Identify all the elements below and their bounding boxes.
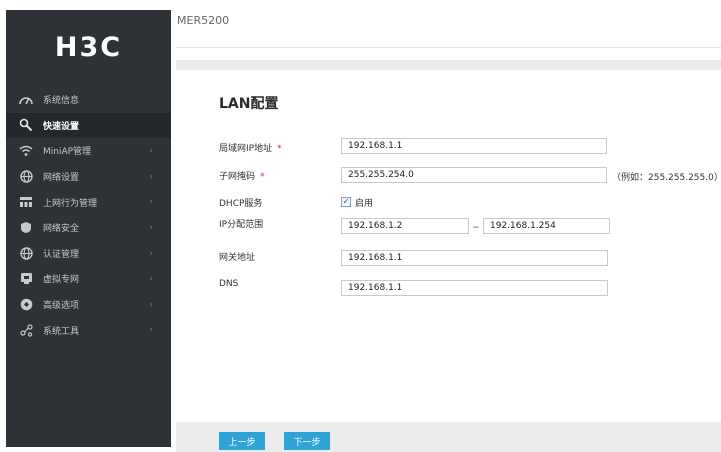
lan-ip-label-text: 局域网IP地址: [219, 144, 273, 154]
sidebar-item-label: 网络安全: [43, 224, 80, 235]
ip-range-start-input[interactable]: 192.168.1.2: [341, 218, 469, 234]
gateway-label: 网关地址: [219, 253, 256, 263]
page-title: LAN配置: [219, 96, 279, 112]
dhcp-enable-checkbox[interactable]: ✓: [341, 197, 351, 207]
required-mark: *: [277, 144, 282, 154]
dns-input[interactable]: 192.168.1.1: [341, 280, 608, 296]
gauge-icon: [18, 92, 34, 108]
globe-icon: [18, 245, 34, 261]
sidebar-item-label: 虚拟专网: [43, 275, 80, 286]
wifi-icon: [18, 143, 34, 159]
sidebar-item-label: MiniAP管理: [43, 147, 92, 158]
chevron-right-icon: ›: [149, 222, 153, 233]
globe-icon: [18, 169, 34, 185]
sidebar-item-behavior-management[interactable]: 上网行为管理 ›: [6, 189, 171, 215]
header-divider: [176, 47, 721, 48]
chevron-right-icon: ›: [149, 146, 153, 157]
settings-icon: [18, 297, 34, 313]
shield-icon: [18, 220, 34, 236]
vpn-icon: [18, 271, 34, 287]
sidebar-item-label: 系统工具: [43, 326, 80, 337]
gateway-input[interactable]: 192.168.1.1: [341, 250, 608, 266]
next-step-button[interactable]: 下一步: [284, 432, 330, 450]
sidebar-item-advanced-options[interactable]: 高级选项 ›: [6, 292, 171, 318]
sidebar-item-label: 系统信息: [43, 96, 80, 107]
h3c-logo: H3C: [54, 32, 123, 63]
dns-label: DNS: [219, 279, 239, 289]
subnet-mask-label-text: 子网掩码: [219, 172, 256, 182]
chevron-right-icon: ›: [149, 325, 153, 336]
wrench-icon: [18, 117, 34, 133]
sidebar-item-system-info[interactable]: 系统信息: [6, 87, 171, 113]
share-icon: [18, 322, 34, 338]
subnet-mask-label: 子网掩码 *: [219, 169, 265, 182]
sidebar-item-network-security[interactable]: 网络安全 ›: [6, 215, 171, 241]
sidebar-item-system-tools[interactable]: 系统工具 ›: [6, 317, 171, 343]
prev-step-button[interactable]: 上一步: [219, 432, 265, 450]
chevron-right-icon: ›: [149, 299, 153, 310]
ip-range-label: IP分配范围: [219, 220, 264, 230]
header-band: [176, 60, 721, 70]
dhcp-enable-label: 启用: [355, 199, 374, 209]
lan-ip-label: 局域网IP地址 *: [219, 141, 282, 154]
sidebar-item-vpn[interactable]: 虚拟专网 ›: [6, 266, 171, 292]
sidebar-menu: 系统信息 快速设置 MiniAP管理 › 网络设置 › 上网行为管理 › 网络安…: [6, 87, 171, 343]
sidebar: H3C 系统信息 快速设置 MiniAP管理 › 网络设置 › 上网行为管理 ›…: [6, 10, 171, 447]
sidebar-item-miniap[interactable]: MiniAP管理 ›: [6, 138, 171, 164]
sidebar-item-label: 上网行为管理: [43, 198, 98, 209]
sidebar-item-network-settings[interactable]: 网络设置 ›: [6, 164, 171, 190]
sidebar-item-label: 快速设置: [43, 121, 80, 132]
sidebar-item-quick-setup[interactable]: 快速设置: [6, 112, 171, 139]
ip-range-end-input[interactable]: 192.168.1.254: [483, 218, 610, 234]
sidebar-item-label: 高级选项: [43, 301, 80, 312]
sidebar-item-auth-management[interactable]: 认证管理 ›: [6, 241, 171, 267]
subnet-mask-input[interactable]: 255.255.254.0: [341, 167, 607, 183]
dhcp-label: DHCP服务: [219, 199, 263, 209]
chevron-right-icon: ›: [149, 248, 153, 259]
network-icon: [18, 194, 34, 210]
subnet-mask-hint: （例如：255.255.255.0）: [612, 173, 721, 183]
required-mark: *: [260, 172, 265, 182]
chevron-right-icon: ›: [149, 274, 153, 285]
device-title: MER5200: [177, 14, 230, 27]
chevron-right-icon: ›: [149, 197, 153, 208]
chevron-right-icon: ›: [149, 171, 153, 182]
sidebar-item-label: 网络设置: [43, 173, 80, 184]
ip-range-separator: ~: [472, 223, 480, 233]
lan-ip-input[interactable]: 192.168.1.1: [341, 138, 607, 154]
main-content: [176, 70, 721, 422]
sidebar-item-label: 认证管理: [43, 249, 80, 260]
